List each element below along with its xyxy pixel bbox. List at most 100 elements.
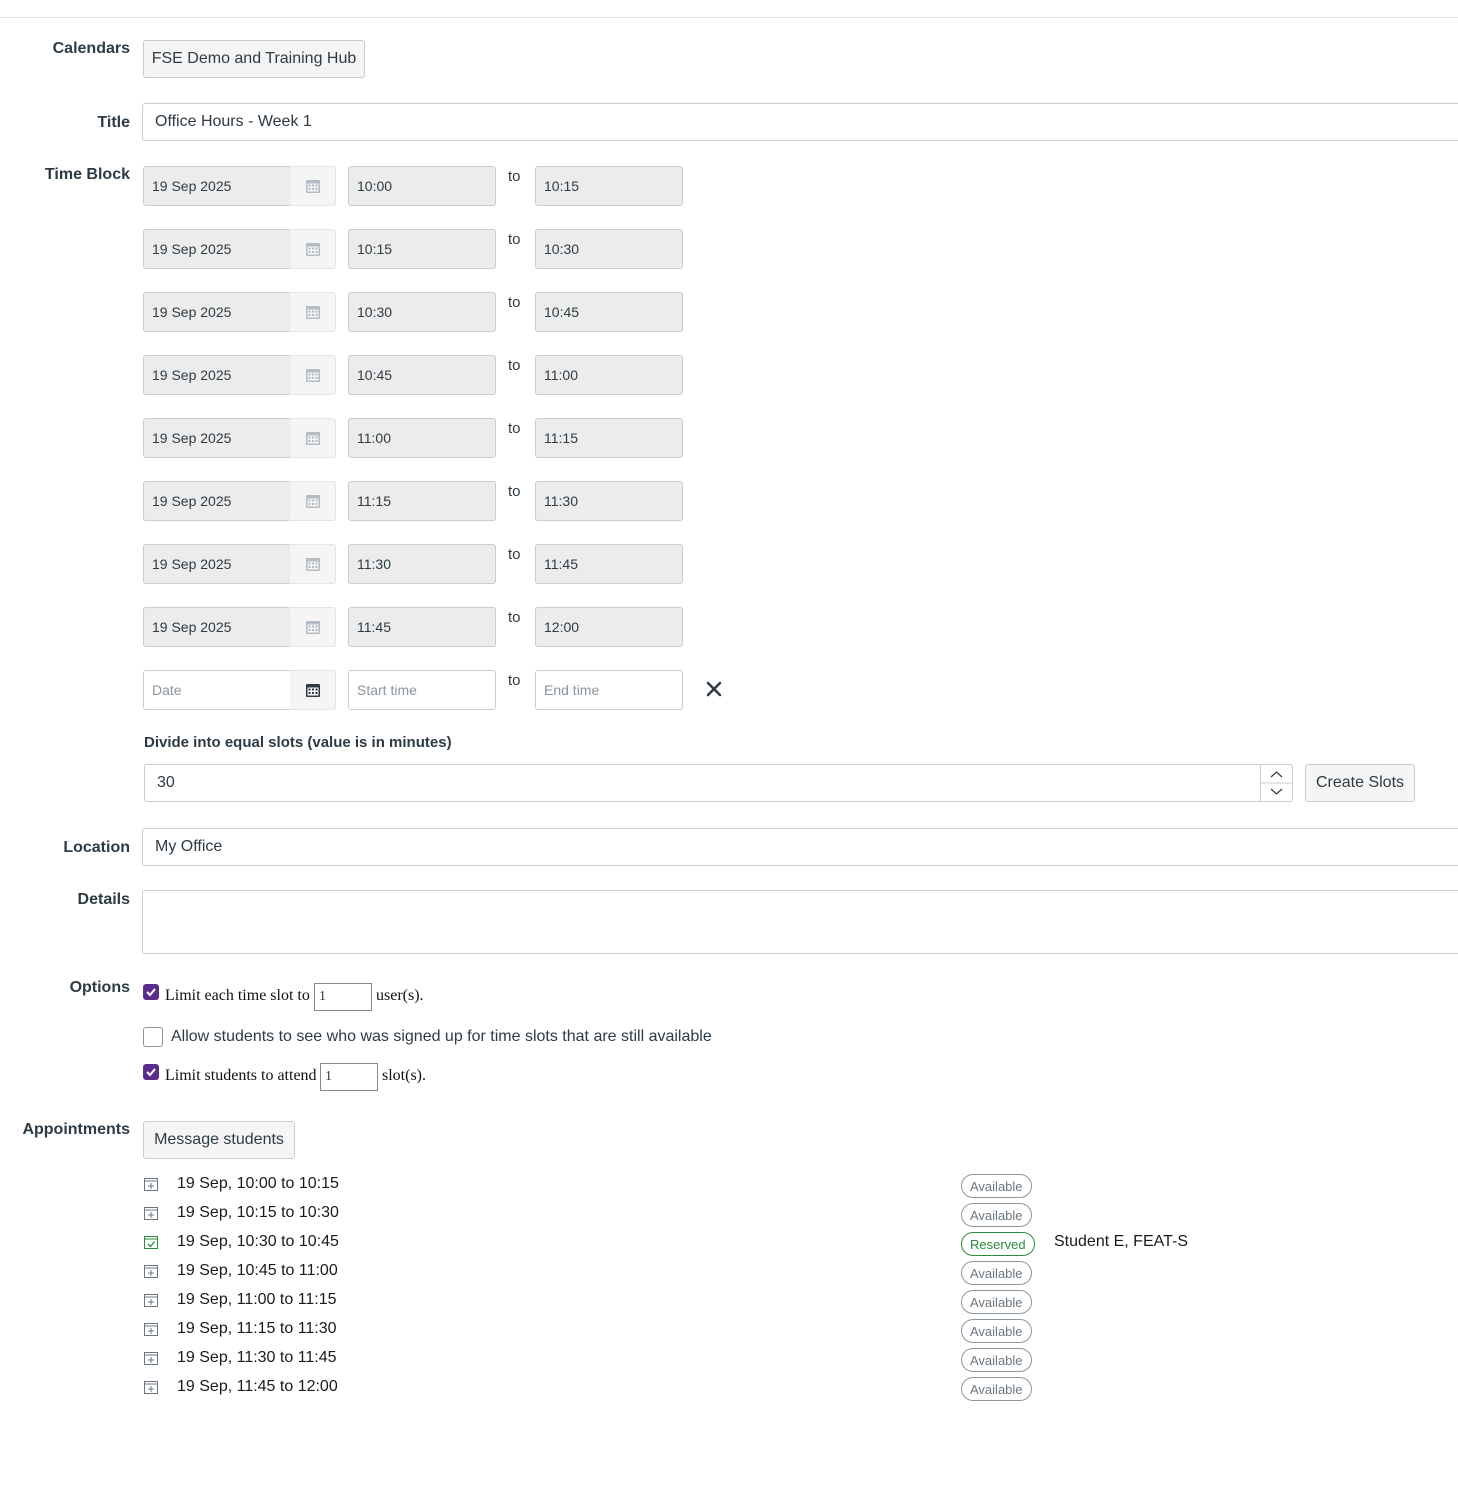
calendar-icon[interactable] — [290, 607, 336, 647]
appointment-row: 19 Sep, 10:00 to 10:15 Available — [143, 1174, 1243, 1198]
appointment-time[interactable]: 19 Sep, 10:45 to 11:00 — [177, 1262, 338, 1280]
calendar-icon[interactable] — [290, 418, 336, 458]
limit-attend-checkbox[interactable] — [143, 1064, 159, 1080]
date-input[interactable]: 19 Sep 2025 — [143, 418, 291, 458]
appointment-row: 19 Sep, 10:15 to 10:30 Available — [143, 1203, 1243, 1227]
new-start-time-input[interactable]: Start time — [348, 670, 496, 710]
time-block-label: Time Block — [44, 166, 130, 183]
end-time-input[interactable]: 11:30 — [535, 481, 683, 521]
to-label: to — [508, 546, 521, 563]
slot-minutes-input[interactable]: 30 — [144, 764, 1261, 802]
limit-slot-suffix: user(s). — [376, 987, 424, 1004]
message-students-button[interactable]: Message students — [143, 1121, 295, 1159]
date-input[interactable]: 19 Sep 2025 — [143, 166, 291, 206]
status-badge: Available — [961, 1203, 1032, 1227]
title-input[interactable]: Office Hours - Week 1 — [142, 103, 1458, 141]
end-time-input[interactable]: 10:45 — [535, 292, 683, 332]
limit-attend-input[interactable]: 1 — [320, 1063, 378, 1091]
calendar-icon[interactable] — [290, 544, 336, 584]
appointments-label: Appointments — [22, 1121, 130, 1138]
location-label: Location — [63, 839, 130, 856]
location-input[interactable]: My Office — [142, 828, 1458, 866]
start-time-input[interactable]: 10:15 — [348, 229, 496, 269]
appointment-row: 19 Sep, 10:45 to 11:00 Available — [143, 1261, 1243, 1285]
to-label: to — [508, 357, 521, 374]
appointment-row: 19 Sep, 11:30 to 11:45 Available — [143, 1348, 1243, 1372]
appointment-time[interactable]: 19 Sep, 11:15 to 11:30 — [177, 1320, 337, 1338]
end-time-input[interactable]: 10:15 — [535, 166, 683, 206]
status-badge: Available — [961, 1319, 1032, 1343]
appointment-row: 19 Sep, 11:00 to 11:15 Available — [143, 1290, 1243, 1314]
date-input[interactable]: 19 Sep 2025 — [143, 292, 291, 332]
to-label: to — [508, 168, 521, 185]
to-label: to — [508, 420, 521, 437]
start-time-input[interactable]: 11:30 — [348, 544, 496, 584]
status-badge: Available — [961, 1290, 1032, 1314]
calendars-label: Calendars — [52, 40, 130, 57]
details-textarea[interactable] — [142, 890, 1458, 954]
end-time-input[interactable]: 11:00 — [535, 355, 683, 395]
appointment-time[interactable]: 19 Sep, 10:15 to 10:30 — [177, 1204, 339, 1222]
calendar-plus-icon — [143, 1350, 159, 1366]
start-time-input[interactable]: 10:00 — [348, 166, 496, 206]
calendar-plus-icon — [143, 1292, 159, 1308]
end-time-input[interactable]: 12:00 — [535, 607, 683, 647]
calendar-icon[interactable] — [290, 670, 336, 710]
appointment-time[interactable]: 19 Sep, 11:45 to 12:00 — [177, 1378, 338, 1396]
start-time-input[interactable]: 11:00 — [348, 418, 496, 458]
date-input[interactable]: 19 Sep 2025 — [143, 355, 291, 395]
create-slots-button[interactable]: Create Slots — [1305, 764, 1415, 802]
calendar-plus-icon — [143, 1321, 159, 1337]
close-icon[interactable] — [706, 681, 722, 697]
new-end-time-input[interactable]: End time — [535, 670, 683, 710]
title-label: Title — [97, 114, 130, 131]
allow-see-label: Allow students to see who was signed up … — [171, 1028, 712, 1045]
allow-see-checkbox[interactable] — [143, 1027, 163, 1047]
appointment-row: 19 Sep, 11:15 to 11:30 Available — [143, 1319, 1243, 1343]
new-date-input[interactable]: Date — [143, 670, 291, 710]
limit-slot-prefix: Limit each time slot to — [165, 987, 310, 1004]
to-label: to — [508, 609, 521, 626]
to-label: to — [508, 483, 521, 500]
minutes-stepper[interactable] — [1260, 764, 1293, 802]
options-label: Options — [69, 979, 130, 996]
end-time-input[interactable]: 10:30 — [535, 229, 683, 269]
calendar-icon[interactable] — [290, 229, 336, 269]
reserved-student-name: Student E, FEAT-S — [1054, 1233, 1188, 1250]
divide-label: Divide into equal slots (value is in min… — [144, 734, 452, 751]
start-time-input[interactable]: 10:30 — [348, 292, 496, 332]
end-time-input[interactable]: 11:45 — [535, 544, 683, 584]
status-badge: Available — [961, 1174, 1032, 1198]
date-input[interactable]: 19 Sep 2025 — [143, 544, 291, 584]
date-input[interactable]: 19 Sep 2025 — [143, 607, 291, 647]
limit-attend-suffix: slot(s). — [382, 1067, 426, 1084]
limit-slot-input[interactable]: 1 — [314, 983, 372, 1011]
calendar-plus-icon — [143, 1176, 159, 1192]
appointment-row: 19 Sep, 10:30 to 10:45 Reserved Student E,… — [143, 1232, 1243, 1256]
start-time-input[interactable]: 11:45 — [348, 607, 496, 647]
date-input[interactable]: 19 Sep 2025 — [143, 229, 291, 269]
end-time-input[interactable]: 11:15 — [535, 418, 683, 458]
to-label: to — [508, 672, 521, 689]
appointment-time[interactable]: 19 Sep, 11:00 to 11:15 — [177, 1291, 337, 1309]
calendar-check-icon — [143, 1234, 159, 1250]
limit-attend-prefix: Limit students to attend — [165, 1067, 317, 1084]
appointment-row: 19 Sep, 11:45 to 12:00 Available — [143, 1377, 1243, 1401]
details-label: Details — [77, 891, 130, 908]
calendar-icon[interactable] — [290, 481, 336, 521]
date-input[interactable]: 19 Sep 2025 — [143, 481, 291, 521]
calendar-icon[interactable] — [290, 355, 336, 395]
appointment-time[interactable]: 19 Sep, 10:30 to 10:45 — [177, 1233, 339, 1251]
calendar-select-button[interactable]: FSE Demo and Training Hub — [143, 40, 365, 78]
calendar-icon[interactable] — [290, 292, 336, 332]
calendar-plus-icon — [143, 1205, 159, 1221]
appointment-time[interactable]: 19 Sep, 10:00 to 10:15 — [177, 1175, 339, 1193]
status-badge: Available — [961, 1377, 1032, 1401]
start-time-input[interactable]: 11:15 — [348, 481, 496, 521]
limit-slot-checkbox[interactable] — [143, 984, 159, 1000]
start-time-input[interactable]: 10:45 — [348, 355, 496, 395]
status-badge: Reserved — [961, 1232, 1035, 1256]
to-label: to — [508, 294, 521, 311]
calendar-icon[interactable] — [290, 166, 336, 206]
appointment-time[interactable]: 19 Sep, 11:30 to 11:45 — [177, 1349, 337, 1367]
